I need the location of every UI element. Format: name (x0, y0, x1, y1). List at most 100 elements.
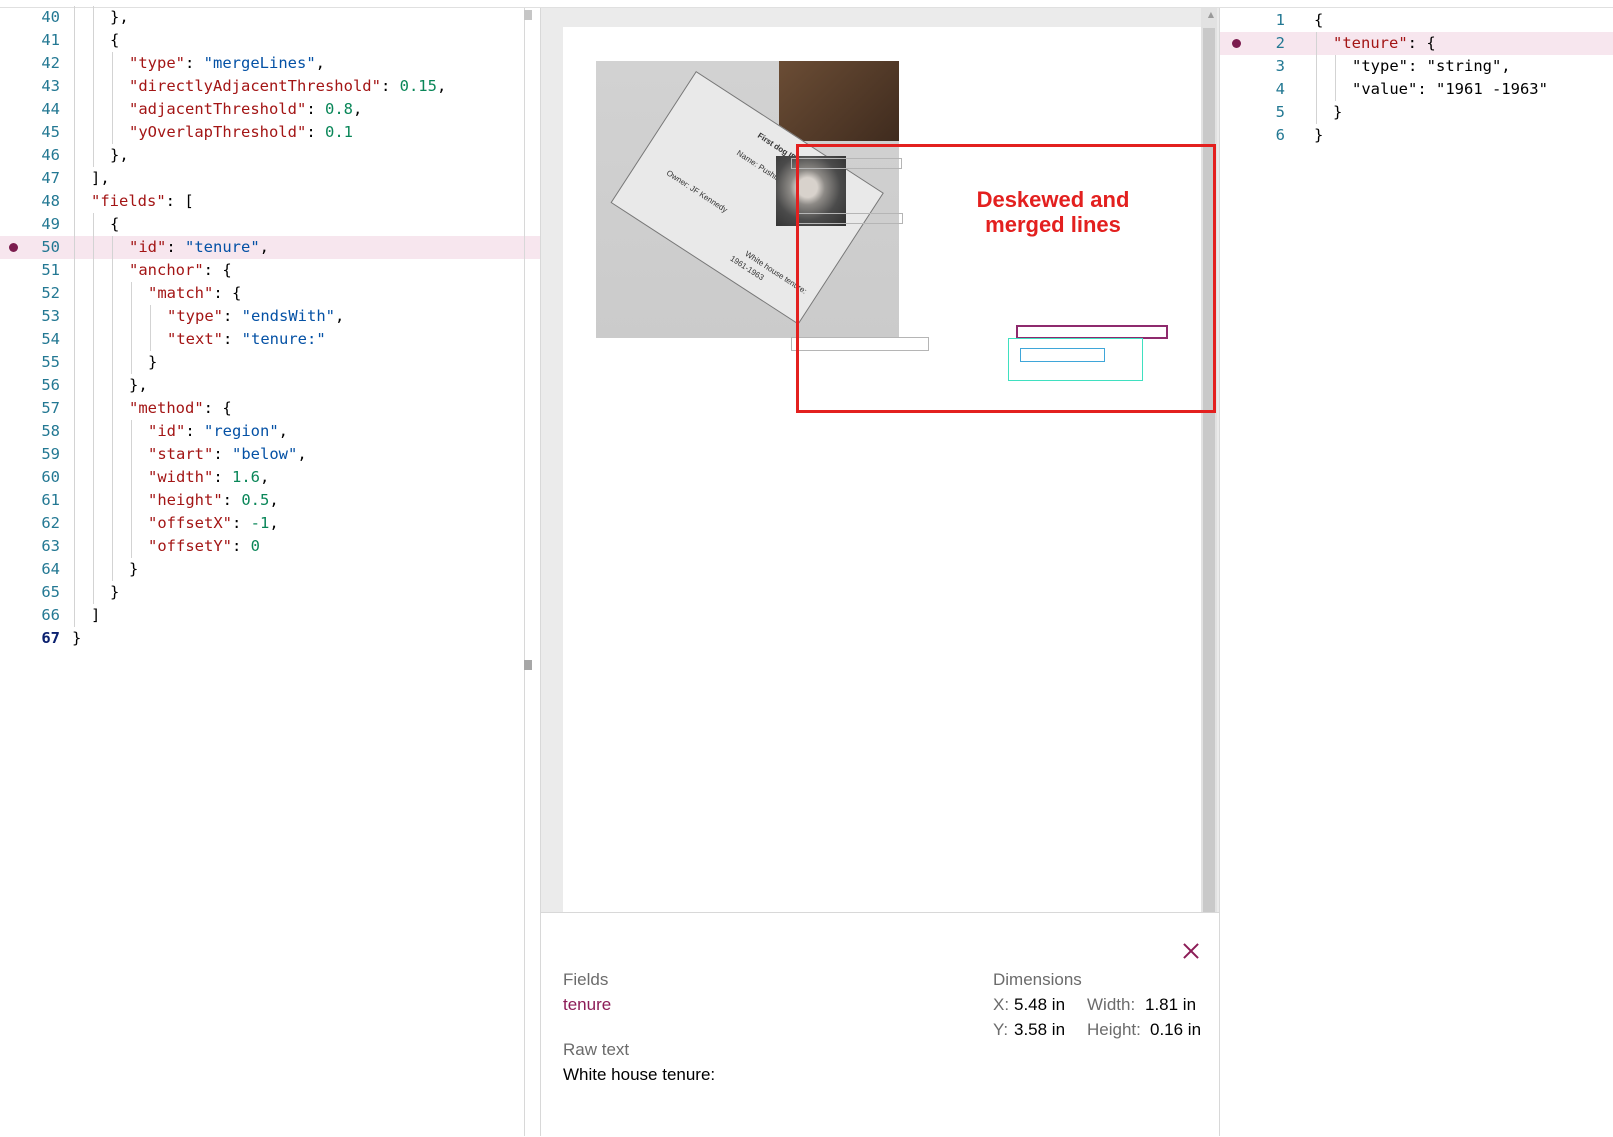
code-text: "type": "mergeLines", (129, 54, 325, 72)
output-json-editor[interactable]: 1{2 "tenure": {3 "type": "string", 4 "value"… (1220, 8, 1613, 1136)
indent-guide (112, 52, 113, 75)
indent-guide (112, 489, 113, 512)
config-line[interactable]: 48 "fields": [ (0, 190, 540, 213)
code-text: }, (110, 8, 129, 26)
output-line[interactable]: 4 "value": "1961 -1963" (1220, 78, 1613, 101)
indent-guide (112, 259, 113, 282)
output-line[interactable]: 3 "type": "string", (1220, 55, 1613, 78)
config-line[interactable]: 49 { (0, 213, 540, 236)
line-number: 42 (41, 54, 60, 72)
config-line[interactable]: 41 { (0, 29, 540, 52)
config-line[interactable]: 53 "type": "endsWith", (0, 305, 540, 328)
config-line[interactable]: 47], (0, 167, 540, 190)
config-line[interactable]: 52 "match": { (0, 282, 540, 305)
close-icon[interactable] (1181, 941, 1201, 961)
code-text: "width": 1.6, (148, 468, 270, 486)
line-number: 48 (41, 192, 60, 210)
editor-scrollbar-thumb[interactable] (524, 10, 532, 20)
indent-guide (150, 305, 151, 328)
line-number: 67 (41, 629, 60, 647)
config-line[interactable]: 46}, (0, 144, 540, 167)
config-line[interactable]: 58 "id": "region", (0, 420, 540, 443)
indent-guide (131, 443, 132, 466)
indent-guide (112, 535, 113, 558)
indent-guide (74, 466, 75, 489)
indent-guide (74, 121, 75, 144)
indent-guide (112, 305, 113, 328)
config-line[interactable]: 59 "start": "below", (0, 443, 540, 466)
line-number: 46 (41, 146, 60, 164)
indent-guide (74, 144, 75, 167)
indent-guide (131, 535, 132, 558)
code-text: } (148, 353, 158, 371)
indent-guide (1316, 78, 1317, 101)
indent-guide (131, 351, 132, 374)
indent-guide (93, 282, 94, 305)
dimensions-label: Dimensions (993, 970, 1082, 989)
config-line[interactable]: 42 "type": "mergeLines", (0, 52, 540, 75)
line-number: 5 (1275, 103, 1285, 121)
line-number: 56 (41, 376, 60, 394)
code-text: { (1314, 11, 1324, 29)
config-line[interactable]: 66] (0, 604, 540, 627)
indent-guide (131, 282, 132, 305)
config-line[interactable]: 45 "yOverlapThreshold": 0.1 (0, 121, 540, 144)
indent-guide (112, 328, 113, 351)
output-line[interactable]: 2 "tenure": { (1220, 32, 1613, 55)
config-line[interactable]: 40}, (0, 6, 540, 29)
config-line[interactable]: 51 "anchor": { (0, 259, 540, 282)
editor-scrollbar-track[interactable] (524, 8, 525, 1136)
config-line[interactable]: 62 "offsetX": -1, (0, 512, 540, 535)
code-text: "type": "endsWith", (167, 307, 345, 325)
indent-guide (150, 328, 151, 351)
indent-guide (93, 512, 94, 535)
width-label: Width: (1087, 995, 1136, 1014)
line-number: 61 (41, 491, 60, 509)
editor-scrollbar-bottom[interactable] (524, 660, 532, 670)
raw-text-value: White house tenure: (563, 1065, 716, 1084)
indent-guide (93, 443, 94, 466)
config-line[interactable]: 44 "adjacentThreshold": 0.8, (0, 98, 540, 121)
config-line[interactable]: 43 "directlyAdjacentThreshold": 0.15, (0, 75, 540, 98)
config-line[interactable]: 67} (0, 627, 540, 650)
config-line[interactable]: 55} (0, 351, 540, 374)
indent-guide (93, 328, 94, 351)
config-line[interactable]: 54 "text": "tenure:" (0, 328, 540, 351)
config-line[interactable]: 56}, (0, 374, 540, 397)
highlight-frame (796, 144, 1216, 413)
indent-guide (74, 305, 75, 328)
indent-guide (93, 75, 94, 98)
document-page: First dog ID card Name: Pushinka Owner: … (563, 27, 1216, 917)
config-line[interactable]: 60 "width": 1.6, (0, 466, 540, 489)
code-text: } (110, 583, 120, 601)
config-line[interactable]: 64} (0, 558, 540, 581)
config-line[interactable]: 61 "height": 0.5, (0, 489, 540, 512)
output-line[interactable]: 6} (1220, 124, 1613, 147)
indent-guide (112, 236, 113, 259)
line-number: 47 (41, 169, 60, 187)
line-number: 62 (41, 514, 60, 532)
indent-guide (93, 397, 94, 420)
indent-guide (74, 259, 75, 282)
code-text: "adjacentThreshold": 0.8, (129, 100, 363, 118)
config-line[interactable]: 65} (0, 581, 540, 604)
indent-guide (1316, 101, 1317, 124)
indent-guide (131, 489, 132, 512)
code-text: "method": { (129, 399, 232, 417)
document-preview-pane: ▲ First dog ID card Name: Pushinka Owner… (540, 8, 1220, 1137)
indent-guide (112, 121, 113, 144)
config-line[interactable]: 50 "id": "tenure", (0, 236, 540, 259)
config-line[interactable]: 57 "method": { (0, 397, 540, 420)
output-line[interactable]: 1{ (1220, 9, 1613, 32)
line-number: 59 (41, 445, 60, 463)
y-label: Y: (993, 1020, 1009, 1039)
field-link-tenure[interactable]: tenure (563, 995, 611, 1015)
line-number: 58 (41, 422, 60, 440)
scroll-up-arrow-icon[interactable]: ▲ (1208, 10, 1214, 19)
indent-guide (1335, 78, 1336, 101)
indent-guide (74, 489, 75, 512)
config-line[interactable]: 63 "offsetY": 0 (0, 535, 540, 558)
line-number: 1 (1275, 11, 1285, 29)
config-editor[interactable]: 40}, 41 { 42 "type": "mergeLines", 43 "directl… (0, 6, 540, 1136)
output-line[interactable]: 5} (1220, 101, 1613, 124)
